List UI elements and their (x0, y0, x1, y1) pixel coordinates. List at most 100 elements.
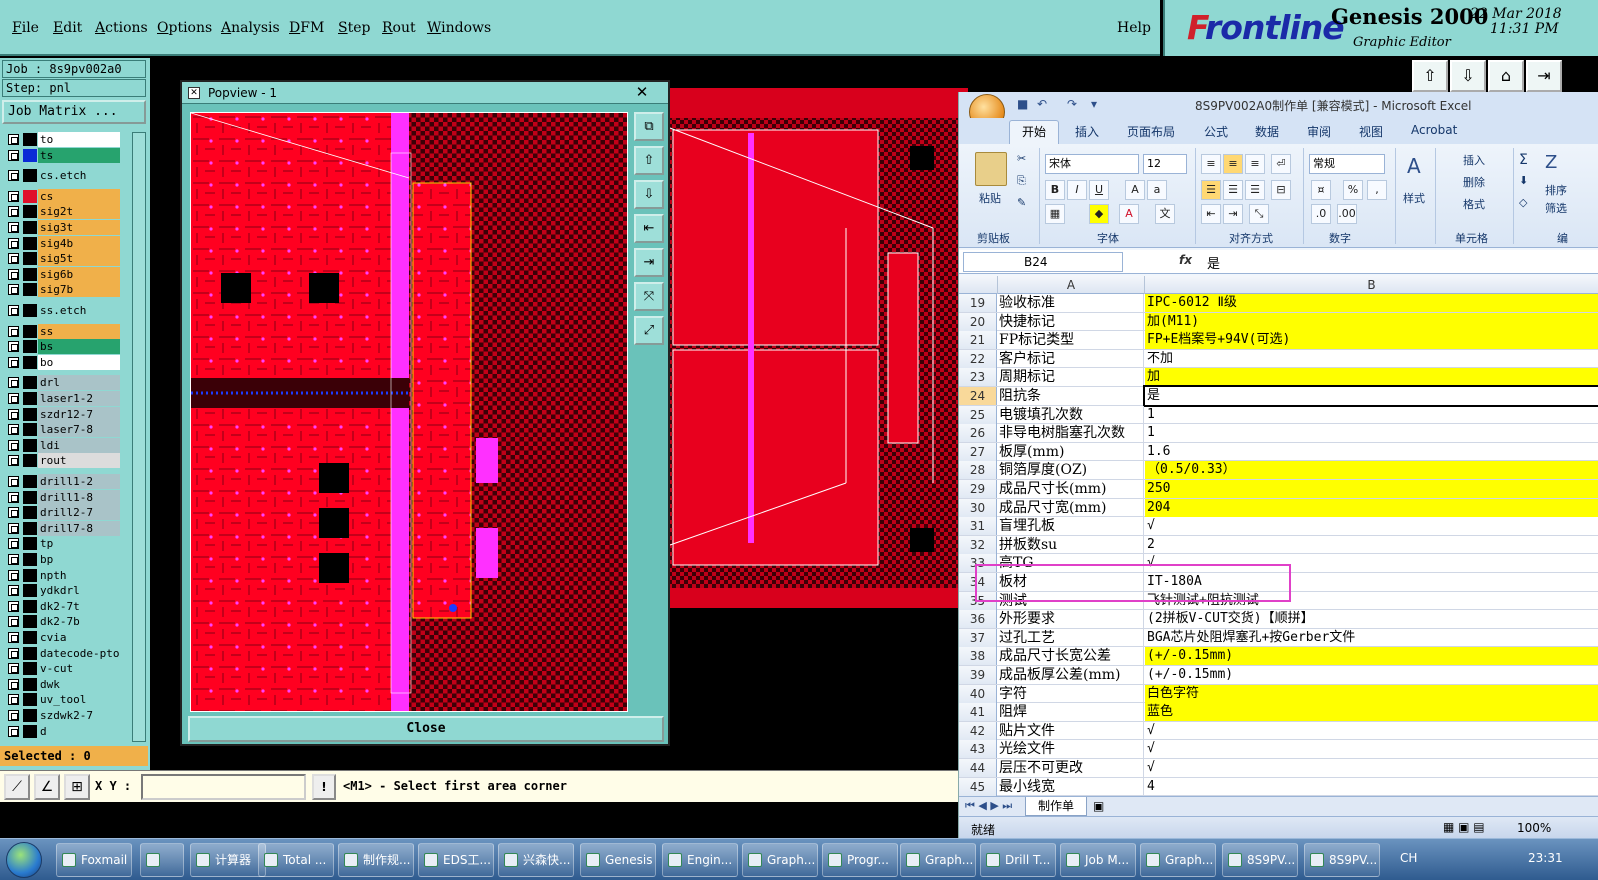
layer-name[interactable]: cvia (38, 630, 120, 645)
layer-row[interactable]: sig2t (2, 204, 122, 220)
menu-dfm[interactable]: DFM (289, 20, 324, 36)
paste-button[interactable]: 粘贴 (979, 190, 1001, 206)
pan-down-icon[interactable]: ⇩ (634, 180, 664, 209)
layer-checkbox[interactable] (8, 663, 19, 675)
layer-row[interactable]: sig7b (2, 282, 122, 298)
row-header[interactable]: 32 (959, 535, 997, 554)
layer-row[interactable]: dk2-7t (2, 598, 122, 614)
decrease-decimal-icon[interactable]: .00 (1337, 204, 1357, 224)
genesis-exit-icon[interactable]: ⇥ (1526, 60, 1562, 92)
currency-icon[interactable]: ¤ (1311, 180, 1331, 200)
layer-checkbox[interactable] (8, 268, 19, 280)
delete-cells-button[interactable]: 删除 (1463, 174, 1485, 190)
tab-insert[interactable]: 插入 (1075, 123, 1099, 140)
layer-name[interactable]: drill2-7 (38, 505, 120, 521)
layer-checkbox[interactable] (8, 455, 19, 467)
row-header[interactable]: 26 (959, 424, 997, 443)
layer-name[interactable]: ldi (38, 437, 120, 453)
layer-name[interactable]: ss (38, 323, 120, 339)
cell-a[interactable]: 电镀填孔次数 (998, 405, 1144, 424)
layer-checkbox[interactable] (8, 476, 19, 487)
cell-b[interactable]: 1 (1145, 424, 1598, 442)
column-header-a[interactable]: A (998, 276, 1145, 294)
clear-icon[interactable]: ◇ (1519, 196, 1527, 209)
layer-row[interactable]: cvia (2, 630, 122, 645)
font-size-select[interactable]: 12 (1143, 154, 1187, 174)
layer-row[interactable]: dwk (2, 676, 122, 692)
layer-name[interactable]: sig3t (38, 220, 120, 235)
popview-close-icon[interactable]: ✕ (622, 83, 662, 101)
layer-row[interactable]: sig4b (2, 235, 122, 251)
layer-name[interactable]: dk2-7b (38, 614, 120, 630)
genesis-save-icon[interactable]: ⇩ (1450, 60, 1486, 92)
new-sheet-icon[interactable]: ▣ (1093, 799, 1104, 813)
format-painter-icon[interactable]: ✎ (1017, 196, 1026, 209)
tab-acrobat[interactable]: Acrobat (1411, 123, 1457, 137)
sheet-tab[interactable]: 制作单 (1025, 797, 1087, 816)
layer-checkbox[interactable] (8, 632, 19, 643)
comma-style-icon[interactable]: , (1367, 180, 1387, 200)
grow-font-button[interactable]: A (1125, 180, 1145, 200)
zoom-in-icon[interactable]: ⤧ (634, 282, 664, 311)
layer-row[interactable]: npth (2, 567, 122, 583)
underline-button[interactable]: U (1089, 180, 1109, 200)
layer-name[interactable]: bo (38, 354, 120, 370)
cell-b[interactable]: （0.5/0.33） (1145, 461, 1598, 480)
layer-row[interactable]: sig5t (2, 251, 122, 267)
undo-icon[interactable]: ↶ (1037, 97, 1047, 111)
layer-row[interactable]: ldi (2, 437, 122, 453)
cell-b[interactable]: 加 (1145, 368, 1598, 387)
cell-b[interactable]: 不加 (1145, 350, 1598, 368)
layer-checkbox[interactable] (8, 190, 19, 202)
cell-a[interactable]: 成品尺寸长宽公差 (998, 647, 1144, 666)
layer-row[interactable]: v-cut (2, 661, 122, 677)
align-bottom-icon[interactable]: ≡ (1245, 154, 1265, 174)
tab-page-layout[interactable]: 页面布局 (1127, 123, 1175, 140)
layer-row[interactable]: cs.etch (2, 168, 122, 184)
layer-name[interactable]: dk2-7t (38, 598, 120, 614)
taskbar-item[interactable]: Job M... (1060, 843, 1136, 877)
insert-cells-button[interactable]: 插入 (1463, 152, 1485, 168)
cell-a[interactable]: 盲埋孔板 (998, 517, 1144, 536)
cell-b[interactable]: 2 (1145, 536, 1598, 554)
layer-row[interactable]: ts (2, 147, 122, 163)
layer-checkbox[interactable] (8, 678, 19, 690)
layer-name[interactable]: laser7-8 (38, 422, 120, 438)
layer-checkbox[interactable] (8, 694, 19, 706)
cell-a[interactable]: 非导电树脂塞孔次数 (998, 424, 1144, 443)
layer-checkbox[interactable] (8, 206, 19, 218)
layer-row[interactable]: datecode-pto (2, 645, 122, 661)
tab-review[interactable]: 审阅 (1307, 123, 1331, 140)
snap-icon[interactable]: ⟋ (4, 774, 30, 800)
menu-options[interactable]: Options (157, 20, 212, 36)
layer-checkbox[interactable] (8, 305, 19, 316)
layer-name[interactable]: rout (38, 453, 120, 469)
sort-filter-icon[interactable]: Z (1545, 152, 1557, 173)
row-header[interactable]: 31 (959, 517, 997, 536)
layer-name[interactable]: drill7-8 (38, 520, 120, 536)
cell-b[interactable]: 1.6 (1145, 443, 1598, 461)
font-color-icon[interactable]: A (1119, 204, 1139, 224)
layer-name[interactable]: cs.etch (38, 168, 120, 184)
view-mode-icons[interactable]: ▦ ▣ ▤ (1443, 820, 1485, 834)
cut-icon[interactable]: ✂ (1017, 152, 1026, 165)
layer-row[interactable]: sig6b (2, 266, 122, 282)
cell-b[interactable]: 加(M11) (1145, 312, 1598, 331)
layer-checkbox[interactable] (8, 134, 19, 145)
layer-name[interactable]: v-cut (38, 661, 120, 677)
job-matrix-button[interactable]: Job Matrix ... (2, 100, 146, 124)
taskbar-item[interactable]: EDS工... (418, 843, 494, 877)
align-left-icon[interactable]: ☰ (1201, 180, 1221, 200)
row-header[interactable]: 38 (959, 647, 997, 666)
number-format-select[interactable]: 常规 (1309, 154, 1385, 174)
measure-icon[interactable]: ∠ (34, 774, 60, 800)
cell-a[interactable]: 客户标记 (998, 349, 1144, 368)
cell-a[interactable]: 成品尺寸宽(mm) (998, 498, 1144, 517)
taskbar-item[interactable]: Graph... (742, 843, 818, 877)
row-header[interactable]: 23 (959, 368, 997, 387)
cell-a[interactable]: 拼板数su (998, 535, 1144, 554)
row-header[interactable]: 22 (959, 349, 997, 368)
taskbar-item[interactable]: Engin... (662, 843, 738, 877)
row-header[interactable]: 20 (959, 312, 997, 331)
cell-b[interactable]: 250 (1145, 480, 1598, 498)
